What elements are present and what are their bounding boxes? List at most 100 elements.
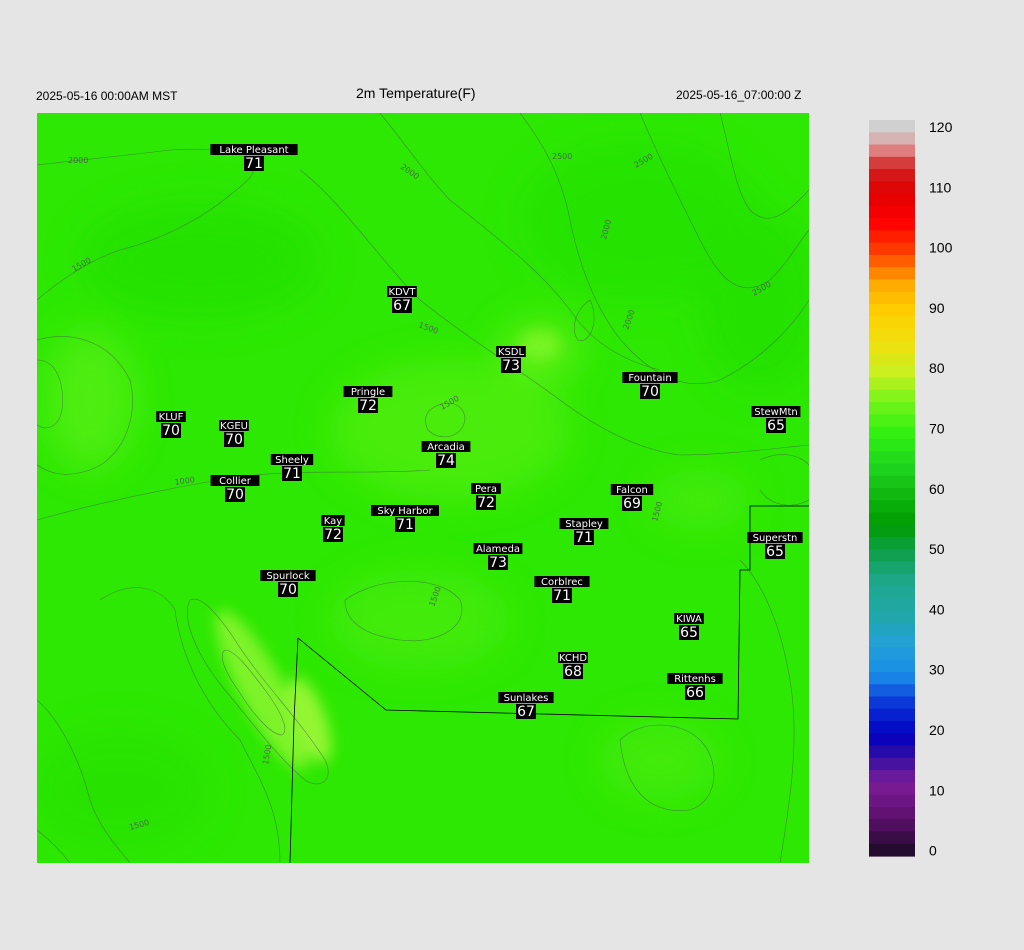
station-temperature: 69 bbox=[623, 496, 641, 512]
station-name: Sky Harbor bbox=[377, 506, 433, 517]
colorbar-band bbox=[869, 291, 915, 305]
station-temperature: 70 bbox=[225, 432, 243, 448]
colorbar-band bbox=[869, 586, 915, 599]
station-name: Corblrec bbox=[541, 577, 583, 588]
station-name: Spurlock bbox=[266, 571, 310, 582]
colorbar-tick-label: 30 bbox=[929, 662, 945, 678]
station-name: Superstn bbox=[753, 533, 798, 544]
colorbar-band bbox=[869, 512, 915, 526]
colorbar-band bbox=[869, 193, 915, 207]
colorbar-tick-label: 70 bbox=[929, 421, 945, 437]
colorbar-band bbox=[869, 181, 915, 195]
station-name: KGEU bbox=[220, 421, 248, 432]
temperature-field: 2000 1500 1000 2500 2000 2500 2000 1500 … bbox=[37, 113, 809, 863]
station-temperature: 65 bbox=[680, 625, 698, 641]
colorbar-band bbox=[869, 267, 915, 281]
temperature-map: 2000 1500 1000 2500 2000 2500 2000 1500 … bbox=[37, 113, 953, 863]
svg-text:2500: 2500 bbox=[552, 152, 572, 161]
colorbar-band bbox=[869, 745, 915, 759]
colorbar-band bbox=[869, 132, 915, 146]
colorbar-tick-label: 10 bbox=[929, 782, 945, 798]
station-temperature: 70 bbox=[641, 384, 659, 400]
station-name: Falcon bbox=[616, 485, 648, 496]
colorbar-band bbox=[869, 684, 915, 698]
colorbar-band bbox=[869, 831, 915, 845]
colorbar-band bbox=[869, 537, 915, 550]
station-temperature: 65 bbox=[767, 418, 785, 434]
colorbar-tick-label: 110 bbox=[929, 179, 952, 195]
colorbar-band bbox=[869, 721, 915, 734]
station-temperature: 66 bbox=[686, 685, 704, 701]
colorbar-band bbox=[869, 205, 915, 219]
colorbar-tick-label: 90 bbox=[929, 300, 945, 316]
colorbar-band bbox=[869, 426, 915, 440]
station-name: StewMtn bbox=[754, 407, 798, 418]
colorbar-band bbox=[869, 169, 915, 182]
colorbar-band bbox=[869, 708, 915, 722]
colorbar-band bbox=[869, 672, 915, 685]
station-name: Stapley bbox=[565, 519, 603, 530]
station-temperature: 70 bbox=[226, 487, 244, 503]
colorbar-band bbox=[869, 696, 915, 710]
station-temperature: 72 bbox=[324, 527, 342, 543]
colorbar-band bbox=[869, 475, 915, 489]
colorbar-band bbox=[869, 144, 915, 158]
station-name: Lake Pleasant bbox=[219, 145, 288, 156]
station-temperature: 71 bbox=[396, 517, 414, 533]
colorbar-tick-label: 20 bbox=[929, 722, 945, 738]
colorbar-band bbox=[869, 365, 915, 379]
station-name: Sheely bbox=[275, 455, 309, 466]
station-name: KIWA bbox=[676, 614, 702, 625]
colorbar-band bbox=[869, 757, 915, 771]
colorbar-band bbox=[869, 635, 915, 649]
station-temperature: 72 bbox=[477, 495, 495, 511]
station-name: Alameda bbox=[476, 544, 520, 555]
colorbar-band bbox=[869, 561, 915, 575]
colorbar-band bbox=[869, 438, 915, 452]
colorbar-band bbox=[869, 819, 915, 833]
colorbar-band bbox=[869, 488, 915, 501]
station-temperature: 68 bbox=[564, 664, 582, 680]
station-temperature: 70 bbox=[162, 423, 180, 439]
colorbar-tick-label: 0 bbox=[929, 843, 937, 859]
colorbar-band bbox=[869, 549, 915, 563]
station-temperature: 71 bbox=[245, 156, 263, 172]
colorbar-tick-label: 50 bbox=[929, 541, 945, 557]
colorbar-band bbox=[869, 414, 915, 428]
colorbar-band bbox=[869, 647, 915, 661]
colorbar-band bbox=[869, 524, 915, 538]
station-name: Collier bbox=[219, 476, 252, 487]
colorbar-band bbox=[869, 340, 915, 354]
colorbar-band bbox=[869, 622, 915, 636]
colorbar-band bbox=[869, 304, 915, 317]
station-temperature: 71 bbox=[283, 466, 301, 482]
station-temperature: 73 bbox=[489, 555, 507, 571]
station-label: Kay72 bbox=[321, 515, 345, 543]
station-temperature: 74 bbox=[437, 453, 455, 469]
station-name: Rittenhs bbox=[674, 674, 716, 685]
colorbar-band bbox=[869, 806, 915, 820]
colorbar-band bbox=[869, 377, 915, 391]
station-name: KLUF bbox=[159, 412, 184, 423]
colorbar-band bbox=[869, 463, 915, 477]
station-temperature: 65 bbox=[766, 544, 784, 560]
station-temperature: 71 bbox=[553, 588, 571, 604]
colorbar-band bbox=[869, 794, 915, 808]
station-name: Sunlakes bbox=[504, 693, 549, 704]
station-temperature: 70 bbox=[279, 582, 297, 598]
colorbar: 1201101009080706050403020100 bbox=[869, 119, 953, 859]
station-name: Kay bbox=[324, 516, 343, 527]
colorbar-band bbox=[869, 353, 915, 366]
colorbar-band bbox=[869, 156, 915, 170]
svg-text:2000: 2000 bbox=[68, 156, 88, 165]
station-name: Arcadia bbox=[427, 442, 465, 453]
colorbar-tick-label: 80 bbox=[929, 360, 945, 376]
colorbar-band bbox=[869, 782, 915, 796]
colorbar-band bbox=[869, 451, 915, 465]
colorbar-band bbox=[869, 598, 915, 612]
colorbar-band bbox=[869, 389, 915, 403]
colorbar-tick-label: 100 bbox=[929, 240, 953, 256]
station-temperature: 67 bbox=[393, 298, 411, 314]
station-name: Fountain bbox=[628, 373, 671, 384]
colorbar-tick-label: 40 bbox=[929, 601, 945, 617]
